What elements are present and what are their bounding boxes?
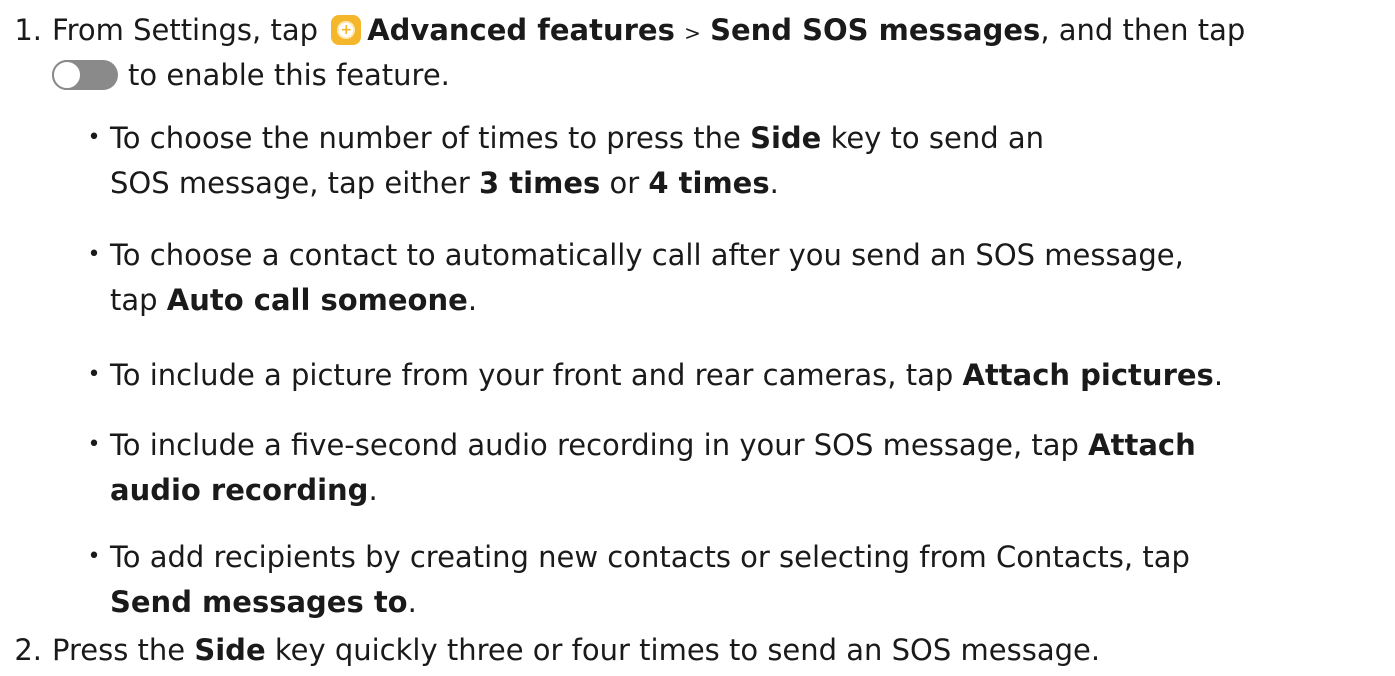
- attach-pictures-label: Attach pictures: [962, 358, 1214, 392]
- bullet-marker: •: [87, 432, 101, 457]
- three-times-option: 3 times: [479, 166, 601, 200]
- breadcrumb-separator: >: [684, 21, 701, 45]
- step-1-number: 1.: [14, 13, 42, 47]
- attach-audio-label-part-2: audio recording: [110, 473, 369, 507]
- bullet-marker: •: [87, 544, 101, 569]
- bullet-item-side-key-count: • To choose the number of times to press…: [84, 118, 1364, 208]
- attach-audio-label-part-1: Attach: [1088, 428, 1196, 462]
- bullet-1-line-2: SOS message, tap either 3 times or 4 tim…: [110, 163, 779, 203]
- bullet-3-text: To include a picture from your front and…: [110, 358, 954, 392]
- step-1-line-1: From Settings, tap Advanced features > S…: [52, 10, 1245, 53]
- bullet-2-period: .: [467, 283, 478, 317]
- step-2-number: 2.: [14, 633, 42, 667]
- send-sos-messages-label: Send SOS messages: [710, 13, 1041, 47]
- bullet-4-line-1: To include a five-second audio recording…: [110, 425, 1196, 465]
- settings-gear-icon: [331, 15, 362, 45]
- step-2-text: Press the: [52, 633, 186, 667]
- auto-call-someone-label: Auto call someone: [166, 283, 468, 317]
- bullet-1-period: .: [769, 166, 779, 200]
- bullet-2-line-1: To choose a contact to automatically cal…: [110, 235, 1184, 275]
- bullet-item-send-messages-to: • To add recipients by creating new cont…: [84, 537, 1364, 627]
- side-key-label: Side: [750, 121, 822, 155]
- bullet-5-line-2: Send messages to.: [110, 582, 417, 622]
- advanced-features-label: Advanced features: [367, 13, 675, 47]
- side-key-label-2: Side: [194, 633, 266, 667]
- step-1-text-end: , and then tap: [1040, 13, 1246, 47]
- bullet-2-text: To choose a contact to automatically cal…: [110, 238, 1184, 272]
- step-1-line-2: to enable this feature.: [128, 55, 450, 95]
- bullet-5-line-1: To add recipients by creating new contac…: [110, 537, 1190, 577]
- bullet-marker: •: [87, 242, 101, 267]
- step-1-line-2-text: to enable this feature.: [128, 58, 450, 92]
- toggle-switch-icon: [52, 60, 118, 90]
- bullet-2-tap: tap: [110, 283, 158, 317]
- bullet-item-attach-pictures: • To include a picture from your front a…: [84, 355, 1364, 400]
- bullet-item-auto-call: • To choose a contact to automatically c…: [84, 235, 1364, 325]
- send-messages-to-label: Send messages to: [110, 585, 408, 619]
- bullet-5-period: .: [407, 585, 417, 619]
- bullet-3-line-1: To include a picture from your front and…: [110, 355, 1223, 395]
- toggle-knob: [52, 60, 82, 90]
- bullet-2-line-2: tap Auto call someone.: [110, 280, 477, 320]
- bullet-1-text-3: SOS message, tap either: [110, 166, 470, 200]
- step-2-line: Press the Side key quickly three or four…: [52, 630, 1100, 670]
- bullet-marker: •: [87, 362, 101, 387]
- bullet-item-attach-audio: • To include a five-second audio recordi…: [84, 425, 1364, 515]
- bullet-marker: •: [87, 125, 101, 150]
- bullet-1-text-2: key to send an: [830, 121, 1044, 155]
- instructions-document: 1. From Settings, tap Advanced features …: [0, 0, 1395, 676]
- bullet-1-or: or: [609, 166, 640, 200]
- step-2: 2. Press the Side key quickly three or f…: [0, 630, 1395, 670]
- bullet-1-text: To choose the number of times to press t…: [110, 121, 741, 155]
- bullet-1-line-1: To choose the number of times to press t…: [110, 118, 1044, 158]
- step-2-text-end: key quickly three or four times to send …: [274, 633, 1101, 667]
- four-times-option: 4 times: [648, 166, 770, 200]
- bullet-4-text: To include a five-second audio recording…: [110, 428, 1079, 462]
- bullet-4-period: .: [368, 473, 378, 507]
- bullet-5-text: To add recipients by creating new contac…: [110, 540, 1190, 574]
- step-1-text: From Settings, tap: [52, 13, 318, 47]
- bullet-4-line-2: audio recording.: [110, 470, 378, 510]
- step-1: 1. From Settings, tap Advanced features …: [0, 10, 1395, 100]
- bullet-3-period: .: [1213, 358, 1224, 392]
